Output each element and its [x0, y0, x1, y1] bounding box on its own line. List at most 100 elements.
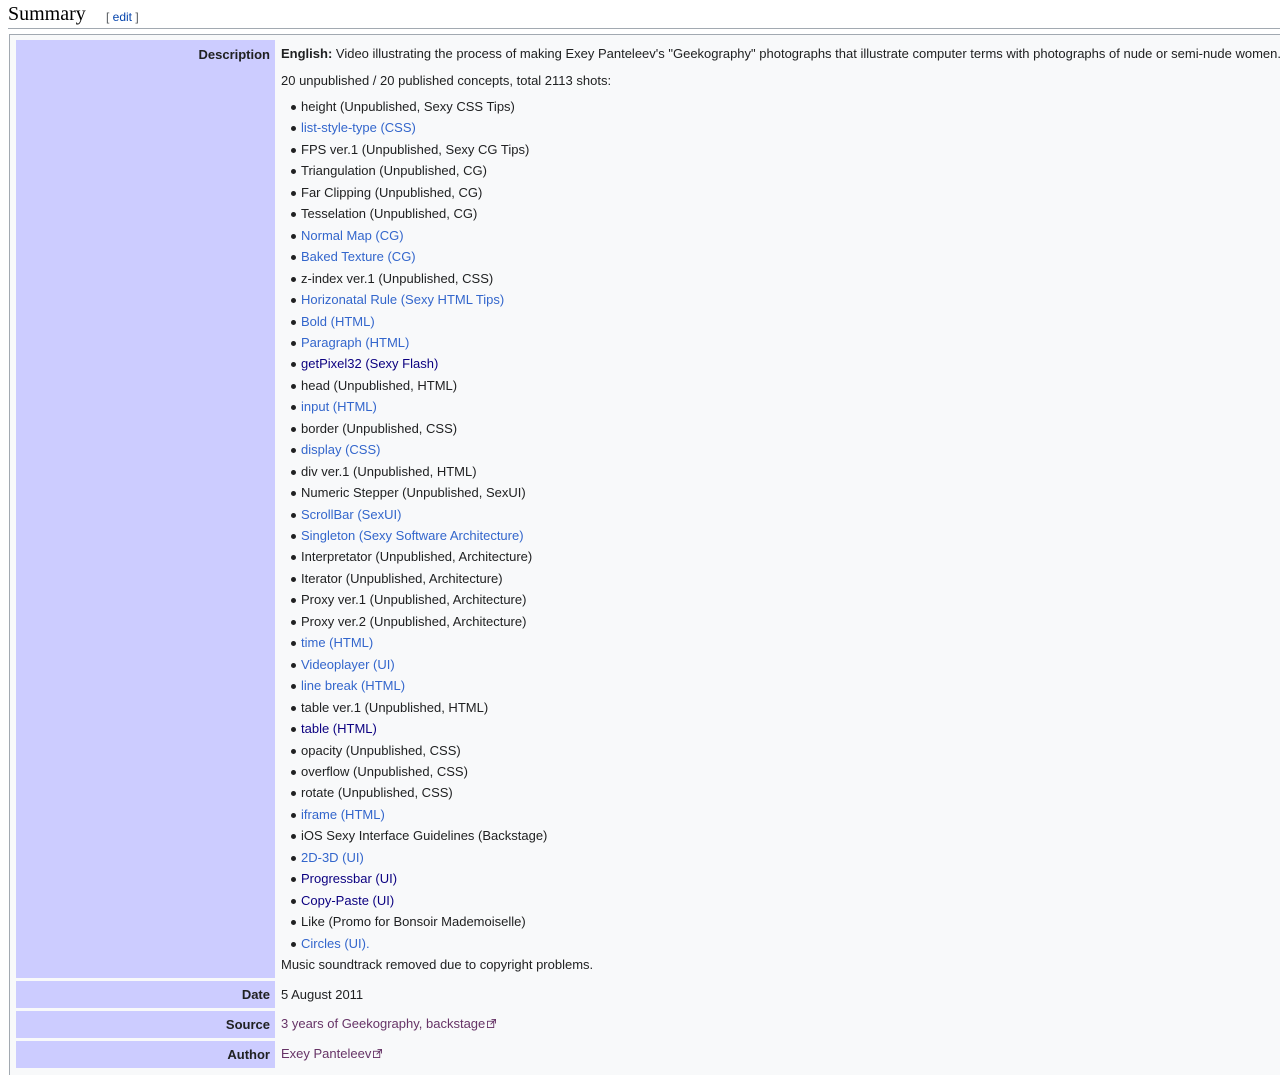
bullet-icon — [291, 684, 296, 689]
bullet-icon — [291, 749, 296, 754]
bullet-icon — [291, 491, 296, 496]
description-text: Video illustrating the process of making… — [332, 46, 1280, 61]
bullet-icon — [291, 320, 296, 325]
bullet-icon — [291, 298, 296, 303]
section-heading: Summary [ edit ] — [8, 2, 1280, 29]
list-item-text[interactable]: line break (HTML) — [301, 678, 405, 694]
bullet-icon — [291, 341, 296, 346]
list-item-text: Proxy ver.2 (Unpublished, Architecture) — [301, 614, 527, 629]
list-item-text[interactable]: table (HTML) — [301, 721, 377, 737]
list-item-text: rotate (Unpublished, CSS) — [301, 785, 453, 800]
author-value: Exey Panteleev — [281, 1046, 383, 1062]
bullet-icon — [291, 534, 296, 539]
bullet-icon — [291, 470, 296, 475]
bullet-icon — [291, 856, 296, 861]
list-item-text[interactable]: Baked Texture (CG) — [301, 249, 416, 265]
list-item-text: height (Unpublished, Sexy CSS Tips) — [301, 99, 515, 114]
bullet-icon — [291, 877, 296, 882]
author-link[interactable]: Exey Panteleev — [281, 1046, 371, 1061]
bullet-icon — [291, 577, 296, 582]
list-item-text: overflow (Unpublished, CSS) — [301, 764, 468, 779]
bullet-icon — [291, 362, 296, 367]
description-label: Description — [198, 47, 270, 62]
author-label: Author — [227, 1047, 270, 1062]
bullet-icon — [291, 813, 296, 818]
edit-section: [ edit ] — [106, 10, 139, 24]
list-item-text: opacity (Unpublished, CSS) — [301, 743, 461, 758]
section-title: Summary — [8, 3, 86, 25]
list-item-text[interactable]: Singleton (Sexy Software Architecture) — [301, 528, 524, 544]
list-item-text[interactable]: Paragraph (HTML) — [301, 335, 409, 351]
list-item-text: Like (Promo for Bonsoir Mademoiselle) — [301, 914, 526, 929]
list-item-text[interactable]: Horizonatal Rule (Sexy HTML Tips) — [301, 292, 504, 308]
list-item-text: border (Unpublished, CSS) — [301, 421, 458, 436]
list-item-text: Iterator (Unpublished, Architecture) — [301, 571, 503, 586]
bullet-icon — [291, 277, 296, 282]
bullet-icon — [291, 212, 296, 217]
list-item-text[interactable]: time (HTML) — [301, 635, 373, 651]
source-label-cell: Source — [16, 1011, 275, 1038]
bullet-icon — [291, 126, 296, 131]
list-item-text[interactable]: getPixel32 (Sexy Flash) — [301, 356, 438, 372]
bullet-icon — [291, 105, 296, 110]
description-label-cell: Description — [16, 40, 275, 978]
list-item-text[interactable]: Copy-Paste (UI) — [301, 893, 394, 909]
bullet-icon — [291, 791, 296, 796]
bullet-icon — [291, 555, 296, 560]
list-item-text: Numeric Stepper (Unpublished, SexUI) — [301, 485, 526, 500]
list-item-text: z-index ver.1 (Unpublished, CSS) — [301, 271, 494, 286]
bullet-icon — [291, 834, 296, 839]
list-item-text: Triangulation (Unpublished, CG) — [301, 163, 487, 178]
list-item-text[interactable]: Progressbar (UI) — [301, 871, 397, 887]
edit-open-bracket: [ — [106, 10, 113, 24]
source-value: 3 years of Geekography, backstage — [281, 1016, 497, 1032]
bullet-icon — [291, 234, 296, 239]
external-link-icon — [373, 1049, 383, 1058]
list-item-text[interactable]: iframe (HTML) — [301, 807, 385, 823]
date-label: Date — [241, 987, 270, 1002]
list-item-text[interactable]: Bold (HTML) — [301, 314, 375, 330]
bullet-icon — [291, 255, 296, 260]
list-item-text: Interpretator (Unpublished, Architecture… — [301, 549, 533, 564]
list-item-text[interactable]: Normal Map (CG) — [301, 228, 404, 244]
bullet-icon — [291, 770, 296, 775]
bullet-icon — [291, 899, 296, 904]
list-item-text[interactable]: ScrollBar (SexUI) — [301, 507, 401, 523]
bullet-icon — [291, 448, 296, 453]
bullet-icon — [291, 169, 296, 174]
language-label: English: — [281, 46, 333, 61]
list-item-text[interactable]: input (HTML) — [301, 399, 377, 415]
list-item-text: Proxy ver.1 (Unpublished, Architecture) — [301, 592, 527, 607]
description-footer: Music soundtrack removed due to copyrigh… — [281, 957, 594, 972]
bullet-icon — [291, 384, 296, 389]
author-label-cell: Author — [16, 1041, 275, 1068]
bullet-icon — [291, 513, 296, 518]
bullet-icon — [291, 598, 296, 603]
concepts-summary: 20 unpublished / 20 published concepts, … — [281, 73, 612, 88]
bullet-icon — [291, 148, 296, 153]
edit-link[interactable]: edit — [113, 10, 132, 24]
bullet-icon — [291, 920, 296, 925]
bullet-icon — [291, 427, 296, 432]
external-link-icon — [487, 1019, 497, 1028]
bullet-icon — [291, 942, 296, 947]
list-item-text: table ver.1 (Unpublished, HTML) — [301, 700, 489, 715]
bullet-icon — [291, 641, 296, 646]
bullet-icon — [291, 620, 296, 625]
bullet-icon — [291, 727, 296, 732]
list-item-text: div ver.1 (Unpublished, HTML) — [301, 464, 477, 479]
date-value: 5 August 2011 — [281, 987, 364, 1002]
list-item-text[interactable]: 2D-3D (UI) — [301, 850, 364, 866]
list-item-text: Far Clipping (Unpublished, CG) — [301, 185, 483, 200]
list-item-text[interactable]: list-style-type (CSS) — [301, 120, 416, 136]
list-item-text: Tesselation (Unpublished, CG) — [301, 206, 478, 221]
bullet-icon — [291, 663, 296, 668]
date-label-cell: Date — [16, 981, 275, 1008]
description-intro: English: Video illustrating the process … — [281, 46, 1280, 62]
source-link[interactable]: 3 years of Geekography, backstage — [281, 1016, 485, 1031]
list-item-text: head (Unpublished, HTML) — [301, 378, 458, 393]
list-item-text[interactable]: Circles (UI). — [301, 936, 370, 952]
list-item-text: FPS ver.1 (Unpublished, Sexy CG Tips) — [301, 142, 530, 157]
list-item-text[interactable]: Videoplayer (UI) — [301, 657, 395, 673]
list-item-text[interactable]: display (CSS) — [301, 442, 380, 458]
